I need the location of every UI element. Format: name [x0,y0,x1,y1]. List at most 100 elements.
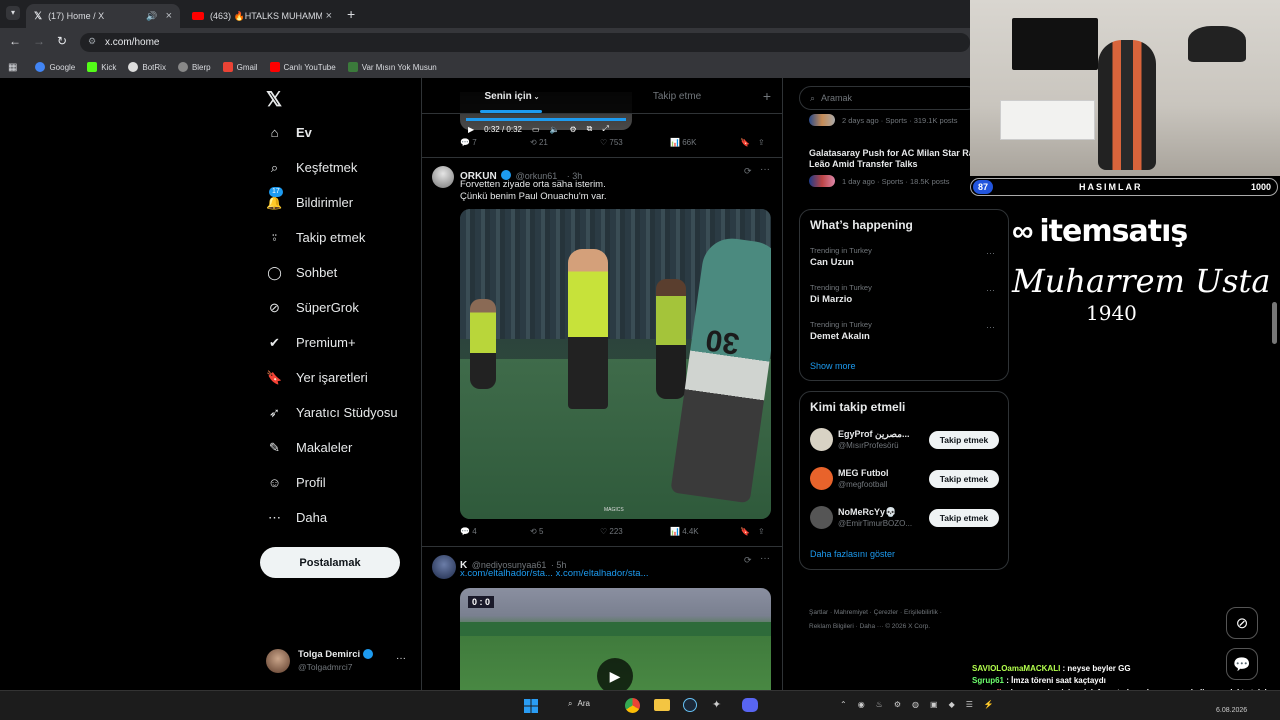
tweet[interactable]: K @nediyosunyaa61 · 5h ⟳ ··· x.com/eltal… [422,547,782,690]
volume-icon[interactable]: 🔈 [550,125,560,134]
nav-item-grok[interactable]: ⊘ SüperGrok [266,299,359,316]
avatar[interactable] [810,467,833,490]
share-icon[interactable]: ⇪ [758,527,765,536]
speaker-icon[interactable]: 🔊 [146,11,157,22]
tweet-links[interactable]: x.com/eltalhador/sta... x.com/eltalhador… [460,568,649,580]
play-button[interactable]: ▶ [597,658,633,690]
nav-item-premium[interactable]: ✔ Premium+ [266,334,356,351]
tab-for-you[interactable]: Senin için ⌄ [422,78,602,113]
forward-icon[interactable]: → [33,34,45,48]
nav-item-home[interactable]: ⌂ Ev [266,124,312,141]
apps-icon[interactable]: ▦ [8,62,17,73]
follow-button[interactable]: Takip etmek [929,431,999,449]
tweet[interactable]: ORKUN @orkun61_ · 3h ⟳ ··· Forvetten ziy… [422,158,782,546]
bookmark-kick[interactable]: Kick [87,62,116,72]
tab-youtube[interactable]: (463) 🔥HTALKS MUHAMMED × [184,4,340,28]
story-title[interactable]: Galatasaray Push for AC Milan Star Ra [809,148,974,159]
close-tab-icon[interactable]: × [166,10,172,22]
tab-x-home[interactable]: 𝕏 (17) Home / X 🔊 × [26,4,180,28]
discord-icon[interactable] [742,698,758,712]
steam-icon[interactable] [683,698,697,712]
chrome-icon[interactable] [625,698,640,713]
app-icon[interactable]: ✦ [712,698,726,712]
trend-item[interactable]: Di Marzio [810,294,852,305]
trend-item[interactable]: Demet Akalın [810,331,870,342]
more-icon[interactable]: ··· [396,653,406,664]
like-button[interactable]: ♡ 753 [600,138,670,147]
more-icon[interactable]: ··· [760,164,770,175]
views-button[interactable]: 📊 66K [670,138,740,147]
reply-button[interactable]: 💬 4 [460,527,530,536]
grok-icon[interactable]: ⟳ [744,166,752,177]
more-icon[interactable]: ··· [986,322,995,332]
avatar[interactable] [432,555,456,579]
new-tab-button[interactable]: + [347,6,355,22]
tab-following[interactable]: Takip etme [602,78,752,113]
captions-icon[interactable]: ▭ [532,125,540,134]
follow-button[interactable]: Takip etmek [929,470,999,488]
nav-item-person[interactable]: ☺ Profil [266,474,326,491]
tray-icons[interactable]: ⌃◉♨⚙◍▣◆☰⚡ [840,700,1005,709]
nav-item-search[interactable]: ⌕ Keşfetmek [266,159,358,176]
repost-button[interactable]: ⟲ 21 [530,138,600,147]
x-logo-icon[interactable]: 𝕏 [266,87,282,112]
follow-name[interactable]: MEG Futbol [838,468,889,478]
reload-icon[interactable]: ↻ [57,34,67,48]
back-icon[interactable]: ← [9,34,21,48]
avatar[interactable] [810,428,833,451]
nav-item-person-add[interactable]: ⍤ Takip etmek [266,229,366,246]
tab-list-button[interactable]: ▾ [6,6,20,20]
settings-icon[interactable]: ⚙ [570,125,577,134]
bookmark-google[interactable]: Google [35,62,75,72]
play-icon[interactable]: ▶ [468,125,474,134]
more-icon[interactable]: ··· [760,553,770,564]
video-progress[interactable] [466,118,626,121]
fullscreen-icon[interactable]: ⤢ [602,124,608,134]
bookmark-icon[interactable]: 🔖 [740,138,758,147]
bookmark-gmail[interactable]: Gmail [222,62,258,72]
like-button[interactable]: ♡ 223 [600,527,670,536]
avatar[interactable] [810,506,833,529]
nav-item-more-circle[interactable]: ⋯ Daha [266,509,327,526]
trend-item[interactable]: Can Uzun [810,257,854,268]
account-switcher[interactable]: Tolga Demirci @Tolgadmrci7 ··· [266,647,410,675]
site-info-icon[interactable]: ⚙ [88,36,96,47]
nav-item-chat[interactable]: ◯ Sohbet [266,264,337,281]
show-more-link[interactable]: Show more [810,361,856,371]
nav-item-bell[interactable]: 🔔 17 Bildirimler [266,187,353,211]
pip-icon[interactable]: ⧉ [587,124,593,134]
follow-name[interactable]: EgyProf مصرين... [838,429,909,440]
taskbar-search[interactable]: ⌕ Ara [568,699,590,709]
tweet-video[interactable]: 30 MAGICS [460,209,771,519]
bookmark-youtube[interactable]: Canlı YouTube [269,62,336,72]
grok-icon[interactable]: ⟳ [744,555,752,566]
follow-name[interactable]: NoMeRcYy💀 [838,507,896,518]
more-icon[interactable]: ··· [986,285,995,295]
follow-button[interactable]: Takip etmek [929,509,999,527]
share-icon[interactable]: ⇪ [758,138,765,147]
nav-item-rocket[interactable]: ➶ Yaratıcı Stüdyosu [266,404,398,421]
reply-button[interactable]: 💬 7 [460,138,530,147]
repost-button[interactable]: ⟲ 5 [530,527,600,536]
nav-item-bookmark[interactable]: 🔖 Yer işaretleri [266,369,367,386]
story-title[interactable]: Leão Amid Transfer Talks [809,159,974,170]
bookmark-icon[interactable]: 🔖 [740,527,758,536]
bookmark-var-misin[interactable]: Var Mısın Yok Musun [347,62,437,72]
close-tab-icon[interactable]: × [326,10,332,22]
add-tab-icon[interactable]: + [752,78,782,113]
more-icon[interactable]: ··· [986,248,995,258]
grok-float-button[interactable]: ⊘ [1226,607,1258,639]
scrollbar[interactable] [1272,302,1277,344]
avatar[interactable] [432,166,454,188]
bookmark-botrix[interactable]: BotRix [128,62,166,72]
news-card[interactable]: 2 days ago · Sports · 319.1K posts Galat… [799,110,974,196]
url-field[interactable]: ⚙ x.com/home [80,33,970,52]
post-button[interactable]: Postalamak [260,547,400,578]
bookmark-blerp[interactable]: Blerp [177,62,211,72]
windows-start-icon[interactable] [524,699,538,713]
tweet-video[interactable]: 0 : 0 ▶ [460,588,771,690]
views-button[interactable]: 📊 4.4K [670,527,740,536]
folder-icon[interactable] [654,699,670,711]
search-input[interactable]: ⌕ Aramak [799,86,979,110]
nav-item-article[interactable]: ✎ Makaleler [266,439,352,456]
